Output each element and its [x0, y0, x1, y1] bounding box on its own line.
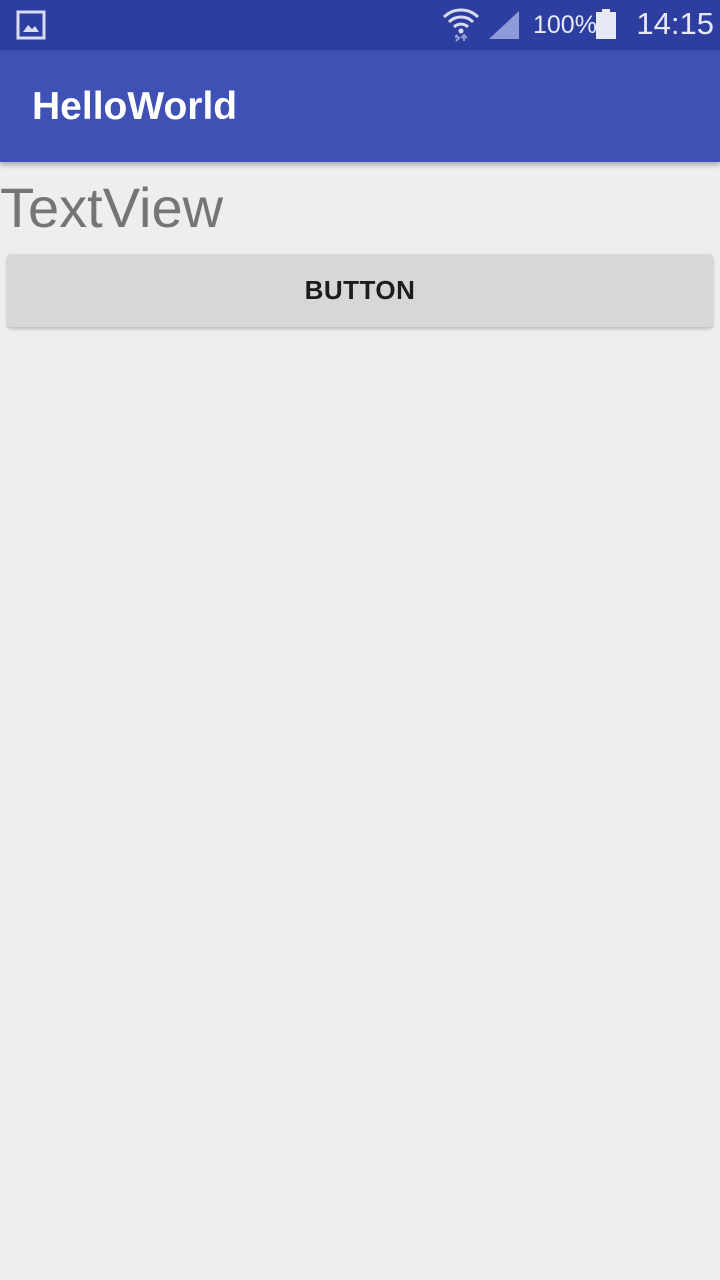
status-bar: 100% 14:15: [0, 0, 720, 50]
app-screen: 100% 14:15 HelloWorld TextView BUTTON: [0, 0, 720, 1280]
battery-percentage: 100%: [533, 11, 597, 39]
main-button[interactable]: BUTTON: [7, 254, 713, 327]
wifi-icon: [442, 8, 480, 42]
gallery-icon: [16, 10, 46, 40]
signal-icon: [489, 11, 519, 39]
text-view: TextView: [0, 176, 224, 239]
app-title: HelloWorld: [32, 85, 238, 128]
app-bar: HelloWorld: [0, 50, 720, 162]
battery-icon: [596, 9, 616, 39]
status-clock: 14:15: [636, 6, 714, 41]
